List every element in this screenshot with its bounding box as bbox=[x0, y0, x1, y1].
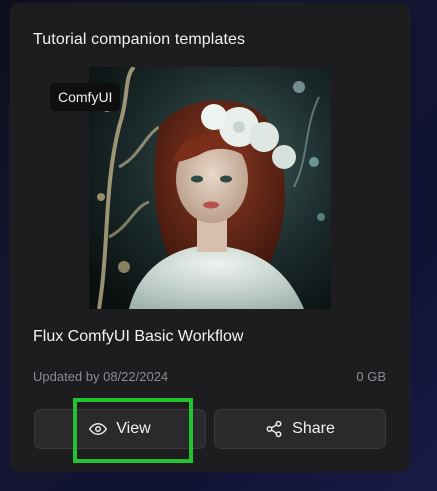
file-size: 0 GB bbox=[356, 369, 386, 384]
portrait-image bbox=[89, 67, 331, 309]
eye-icon bbox=[89, 420, 108, 438]
view-button-label: View bbox=[116, 420, 151, 437]
updated-date: Updated by 08/22/2024 bbox=[33, 369, 169, 384]
template-thumbnail[interactable] bbox=[89, 67, 331, 309]
template-card: Tutorial companion templates ComfyUI Flu… bbox=[10, 3, 410, 472]
share-button[interactable]: Share bbox=[214, 409, 386, 449]
share-button-label: Share bbox=[292, 420, 335, 437]
card-header: Tutorial companion templates bbox=[33, 31, 246, 48]
share-icon bbox=[265, 420, 283, 438]
comfyui-badge: ComfyUI bbox=[50, 83, 121, 111]
view-button[interactable]: View bbox=[34, 409, 206, 449]
template-title: Flux ComfyUI Basic Workflow bbox=[33, 328, 244, 345]
